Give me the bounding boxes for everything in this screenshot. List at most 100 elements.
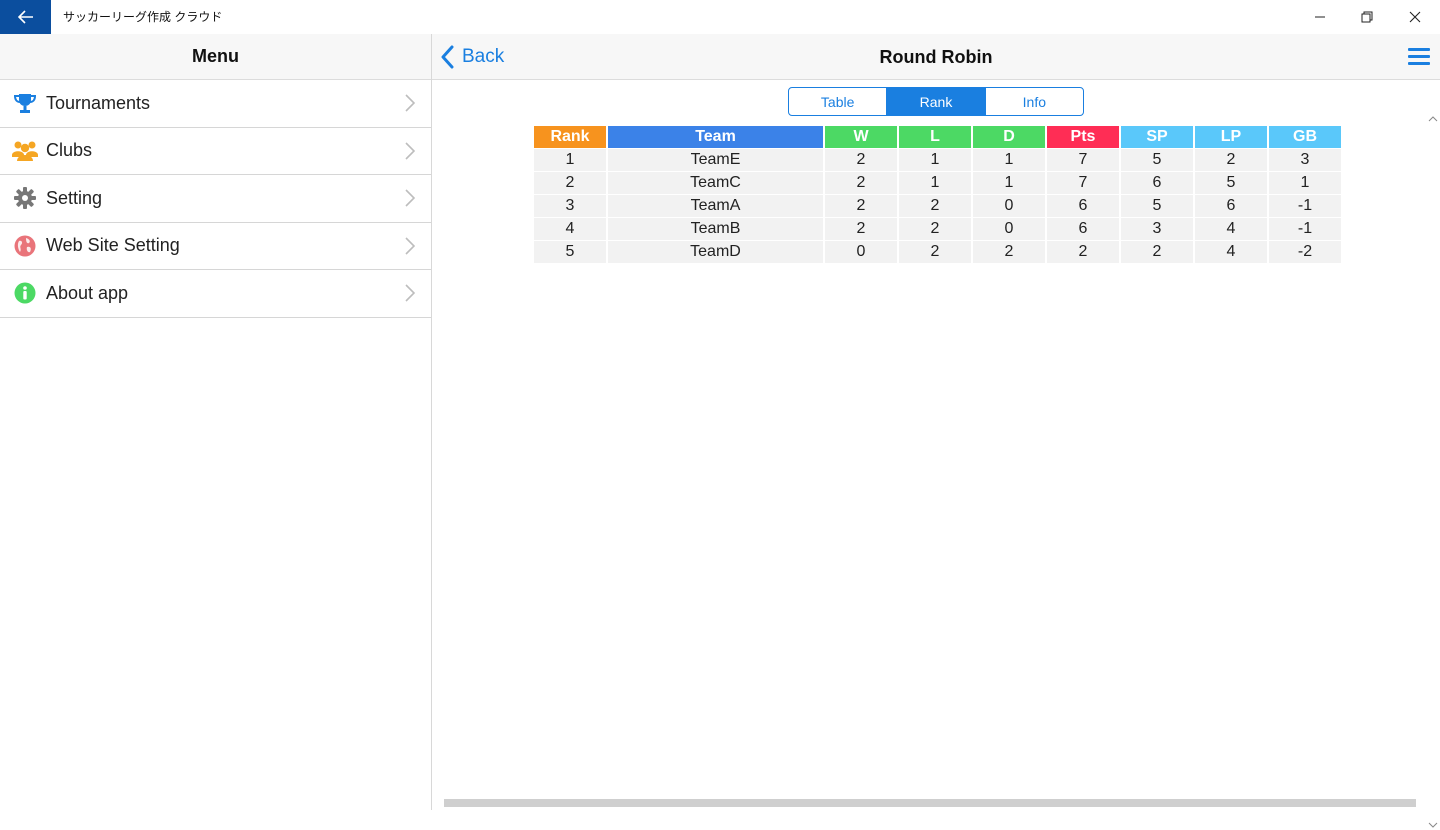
table-cell: 3 [1269, 149, 1341, 171]
table-cell: 1 [534, 149, 606, 171]
sidebar-item-label: About app [46, 283, 128, 304]
chevron-right-icon [405, 189, 415, 207]
main-content: Back Round Robin Table Rank Info RankTea… [432, 34, 1440, 810]
table-cell: 7 [1047, 149, 1119, 171]
nav-bar: Back Round Robin [432, 34, 1440, 80]
sidebar-item-tournaments[interactable]: Tournaments [0, 80, 431, 128]
table-cell: 2 [825, 172, 897, 194]
column-header-w[interactable]: W [825, 126, 897, 148]
table-cell: 0 [825, 241, 897, 263]
column-header-team[interactable]: Team [608, 126, 823, 148]
globe-icon [12, 233, 38, 259]
table-cell: 1 [899, 149, 971, 171]
column-header-rank[interactable]: Rank [534, 126, 606, 148]
gear-icon [12, 185, 38, 211]
scroll-up-icon [1426, 114, 1440, 124]
menu-button[interactable] [1408, 46, 1430, 71]
tab-table[interactable]: Table [789, 88, 887, 115]
table-row[interactable]: 3TeamA220656-1 [534, 195, 1341, 217]
chevron-right-icon [405, 284, 415, 302]
window-back-button[interactable] [0, 0, 51, 34]
table-cell: 2 [899, 218, 971, 240]
table-cell: 0 [973, 195, 1045, 217]
people-icon [12, 138, 38, 164]
chevron-right-icon [405, 94, 415, 112]
table-cell: 1 [973, 149, 1045, 171]
view-segmented-control: Table Rank Info [788, 87, 1084, 116]
table-cell: TeamE [608, 149, 823, 171]
sidebar-item-web-site-setting[interactable]: Web Site Setting [0, 223, 431, 271]
column-header-pts[interactable]: Pts [1047, 126, 1119, 148]
table-cell: 5 [534, 241, 606, 263]
table-cell: 4 [1195, 218, 1267, 240]
tab-rank[interactable]: Rank [887, 88, 985, 115]
table-cell: -1 [1269, 218, 1341, 240]
table-cell: 2 [825, 149, 897, 171]
table-cell: 3 [534, 195, 606, 217]
sidebar-item-label: Clubs [46, 140, 92, 161]
table-cell: 4 [1195, 241, 1267, 263]
table-row[interactable]: 2TeamC2117651 [534, 172, 1341, 194]
minimize-button[interactable] [1297, 0, 1343, 34]
table-cell: 5 [1121, 149, 1193, 171]
restore-icon [1361, 11, 1373, 23]
table-cell: 2 [1047, 241, 1119, 263]
horizontal-scrollbar[interactable] [432, 797, 1440, 808]
table-cell: 6 [1047, 195, 1119, 217]
scroll-down-icon [1426, 820, 1440, 830]
window-title: サッカーリーグ作成 クラウド [63, 0, 222, 34]
sidebar-item-setting[interactable]: Setting [0, 175, 431, 223]
table-cell: TeamA [608, 195, 823, 217]
sidebar: Menu Tournaments Clubs [0, 34, 432, 810]
table-cell: 6 [1195, 195, 1267, 217]
column-header-lp[interactable]: LP [1195, 126, 1267, 148]
minimize-icon [1314, 11, 1326, 23]
sidebar-item-label: Setting [46, 188, 102, 209]
trophy-icon [12, 90, 38, 116]
table-row[interactable]: 4TeamB220634-1 [534, 218, 1341, 240]
page-title: Round Robin [432, 34, 1440, 80]
close-button[interactable] [1392, 0, 1438, 34]
info-icon [12, 280, 38, 306]
column-header-l[interactable]: L [899, 126, 971, 148]
table-cell: TeamC [608, 172, 823, 194]
sidebar-item-clubs[interactable]: Clubs [0, 128, 431, 176]
vertical-scrollbar[interactable] [1426, 114, 1440, 830]
sidebar-item-about-app[interactable]: About app [0, 270, 431, 318]
table-cell: 2 [1195, 149, 1267, 171]
close-icon [1409, 11, 1421, 23]
arrow-left-icon [18, 10, 34, 24]
table-cell: 3 [1121, 218, 1193, 240]
table-cell: 2 [973, 241, 1045, 263]
rank-table: RankTeamWLDPtsSPLPGB 1TeamE21175232TeamC… [532, 125, 1343, 264]
table-cell: 1 [973, 172, 1045, 194]
column-header-sp[interactable]: SP [1121, 126, 1193, 148]
scroll-thumb[interactable] [444, 799, 1416, 807]
table-cell: TeamD [608, 241, 823, 263]
table-cell: 6 [1121, 172, 1193, 194]
sidebar-item-label: Tournaments [46, 93, 150, 114]
table-cell: 2 [899, 195, 971, 217]
table-cell: -2 [1269, 241, 1341, 263]
table-cell: 2 [1121, 241, 1193, 263]
table-cell: -1 [1269, 195, 1341, 217]
table-cell: 0 [973, 218, 1045, 240]
table-row[interactable]: 5TeamD022224-2 [534, 241, 1341, 263]
table-cell: 4 [534, 218, 606, 240]
table-cell: 2 [899, 241, 971, 263]
restore-button[interactable] [1344, 0, 1390, 34]
table-row[interactable]: 1TeamE2117523 [534, 149, 1341, 171]
table-cell: 6 [1047, 218, 1119, 240]
table-cell: 2 [825, 195, 897, 217]
sidebar-header: Menu [0, 34, 431, 80]
table-header-row: RankTeamWLDPtsSPLPGB [534, 126, 1341, 148]
chevron-right-icon [405, 142, 415, 160]
column-header-gb[interactable]: GB [1269, 126, 1341, 148]
table-cell: TeamB [608, 218, 823, 240]
tab-info[interactable]: Info [986, 88, 1083, 115]
title-bar: サッカーリーグ作成 クラウド [0, 0, 1440, 34]
table-cell: 5 [1195, 172, 1267, 194]
table-cell: 1 [1269, 172, 1341, 194]
column-header-d[interactable]: D [973, 126, 1045, 148]
table-cell: 7 [1047, 172, 1119, 194]
